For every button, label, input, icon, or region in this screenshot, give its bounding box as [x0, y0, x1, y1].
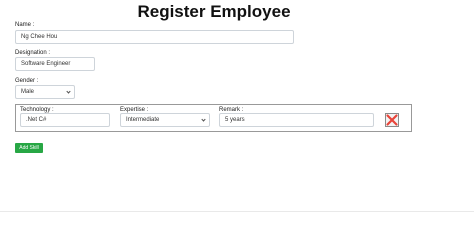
designation-label: Designation :: [15, 50, 51, 56]
technology-input[interactable]: .Net C#: [20, 113, 110, 127]
add-skill-button[interactable]: Add Skill: [15, 143, 43, 153]
designation-input[interactable]: Software Engineer: [15, 57, 95, 71]
name-input[interactable]: Ng Chee Hou: [15, 30, 294, 44]
remark-input[interactable]: 5 years: [219, 113, 374, 127]
gender-label: Gender :: [15, 78, 39, 84]
bottom-divider: [0, 211, 474, 212]
remove-skill-button[interactable]: [385, 113, 399, 127]
page-title: Register Employee: [137, 2, 291, 21]
red-x-close-icon: [385, 113, 399, 127]
name-label: Name :: [15, 22, 35, 28]
expertise-select[interactable]: Intermediate: [120, 113, 210, 127]
gender-select[interactable]: Male: [15, 85, 75, 99]
